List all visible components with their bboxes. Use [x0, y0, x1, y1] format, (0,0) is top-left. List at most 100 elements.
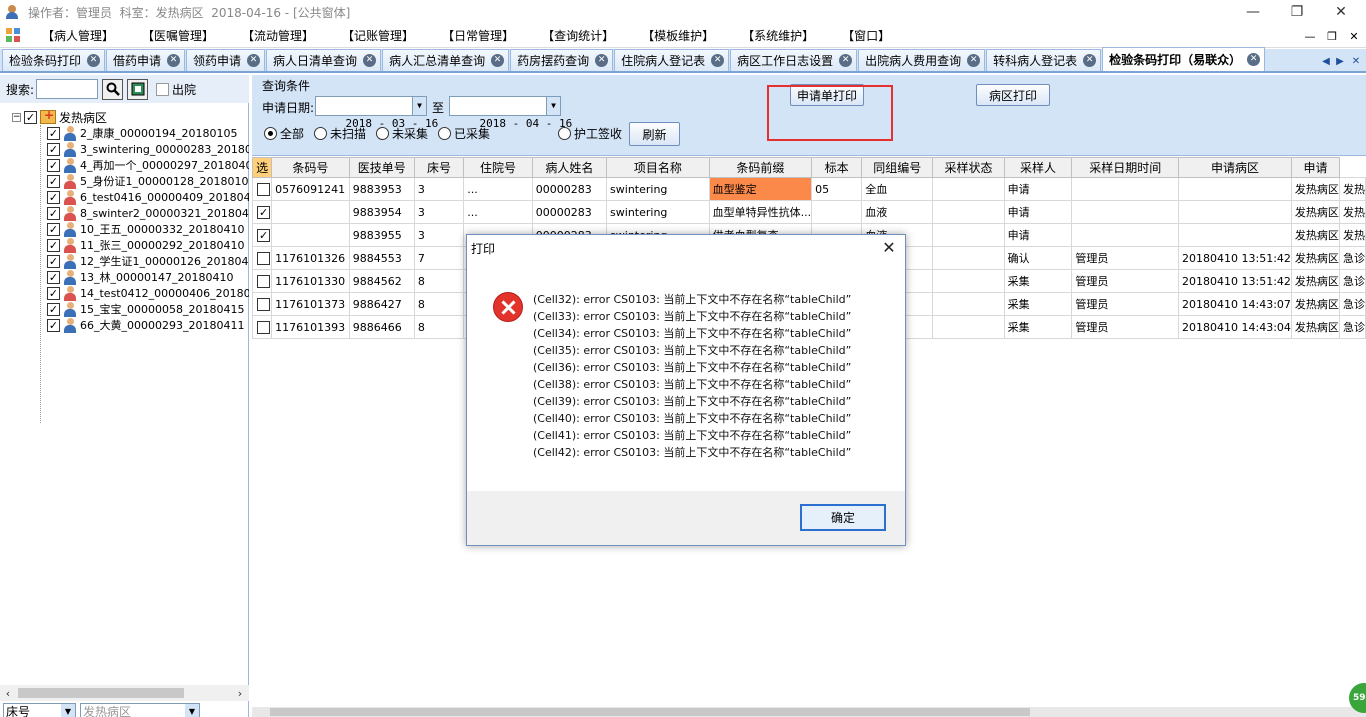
tab[interactable]: 出院病人费用查询 ✕	[858, 49, 986, 71]
table-cell[interactable]: 8	[413, 315, 465, 339]
patient-checkbox[interactable]: ✓	[47, 302, 60, 316]
table-cell[interactable]: 05	[811, 177, 863, 201]
table-cell[interactable]	[1178, 177, 1292, 201]
column-header[interactable]: 申请病区	[1178, 157, 1292, 178]
table-cell[interactable]: 发热病区	[1290, 315, 1341, 339]
status-option[interactable]: 未扫描	[314, 125, 366, 142]
table-cell[interactable]	[932, 223, 1005, 247]
patient-checkbox[interactable]: ✓	[47, 238, 60, 252]
table-cell[interactable]: 8	[413, 269, 465, 293]
nurse-sign-radio[interactable]	[558, 127, 571, 140]
column-header[interactable]: 采样状态	[932, 157, 1005, 178]
row-select-cell[interactable]	[252, 315, 273, 339]
table-cell[interactable]: ...	[463, 177, 533, 201]
tab-close-icon[interactable]: ✕	[363, 54, 377, 67]
menu-item[interactable]: 【日常管理】	[428, 25, 528, 47]
table-row[interactable]: 0576091241 9883953 3... 00000283 swintering 血…	[252, 177, 1366, 201]
tab[interactable]: 领药申请 ✕	[186, 49, 266, 71]
tree-patient-node[interactable]: ✓ 12_学生证1_00000126_20180411	[47, 253, 249, 269]
tab-close-icon[interactable]: ✕	[1083, 54, 1097, 67]
table-cell[interactable]: 采集	[1003, 269, 1073, 293]
patient-checkbox[interactable]: ✓	[47, 174, 60, 188]
scroll-left-icon[interactable]: ‹	[0, 685, 16, 701]
table-cell[interactable]	[932, 177, 1005, 201]
tab-close-icon[interactable]: ✕	[967, 54, 981, 67]
row-checkbox[interactable]: ✓	[257, 228, 271, 242]
table-cell[interactable]: 9886466	[348, 315, 415, 339]
table-cell[interactable]: 1176101393	[271, 315, 350, 339]
system-menu-icon[interactable]	[6, 27, 22, 44]
table-cell[interactable]: 3	[413, 223, 465, 247]
tree-patient-node[interactable]: ✓ 10_王五_00000332_20180410	[47, 221, 244, 237]
sort-select[interactable]: 床号 ▼	[3, 703, 76, 717]
table-cell[interactable]	[1071, 223, 1180, 247]
table-cell[interactable]: 采集	[1003, 292, 1073, 316]
tree-root-node[interactable]: − ✓ 发热病区	[12, 108, 107, 125]
mdi-close-button[interactable]: ✕	[1344, 24, 1364, 48]
date-to-input[interactable]: 2018 - 04 - 16 ▼	[449, 96, 572, 130]
menu-item[interactable]: 【查询统计】	[528, 25, 628, 47]
row-checkbox[interactable]	[257, 182, 271, 196]
table-cell[interactable]: 9883953	[348, 177, 415, 201]
scroll-thumb[interactable]	[18, 688, 184, 698]
table-cell[interactable]: swintering	[606, 200, 710, 224]
patient-checkbox[interactable]: ✓	[47, 222, 60, 236]
tab[interactable]: 转科病人登记表 ✕	[986, 49, 1102, 71]
table-cell[interactable]: 发热病区	[1290, 246, 1341, 270]
tab-next-icon[interactable]: ▶	[1334, 52, 1346, 70]
table-cell[interactable]: ...	[463, 200, 533, 224]
table-cell[interactable]: 20180410 13:51:42	[1178, 269, 1292, 293]
mdi-restore-button[interactable]: ❐	[1322, 24, 1342, 48]
tab[interactable]: 住院病人登记表 ✕	[614, 49, 730, 71]
table-cell[interactable]	[1178, 223, 1292, 247]
status-option[interactable]: 未采集	[376, 125, 428, 142]
row-checkbox[interactable]	[257, 274, 271, 288]
table-cell[interactable]: 急诊	[1339, 315, 1366, 339]
status-radio[interactable]	[438, 127, 452, 140]
table-cell[interactable]	[932, 292, 1005, 316]
tab-close-icon[interactable]: ✕	[839, 54, 853, 67]
column-header[interactable]: 同组编号	[861, 157, 934, 178]
mdi-minimize-button[interactable]: —	[1300, 24, 1320, 48]
row-select-cell[interactable]: ✓	[252, 200, 273, 224]
table-cell[interactable]: 管理员	[1071, 269, 1180, 293]
tree-patient-node[interactable]: ✓ 6_test0416_00000409_20180416	[47, 189, 249, 205]
scroll-right-icon[interactable]: ›	[232, 685, 248, 701]
refresh-button[interactable]: 刷新	[629, 122, 680, 146]
table-cell[interactable]: 血型单特异性抗体...	[708, 200, 813, 224]
menu-item[interactable]: 【流动管理】	[228, 25, 328, 47]
status-radio[interactable]	[376, 127, 390, 140]
table-cell[interactable]	[932, 200, 1005, 224]
column-header[interactable]: 采样日期时间	[1071, 157, 1180, 178]
column-header[interactable]: 条码前缀	[708, 157, 813, 178]
tab[interactable]: 检验条码打印 ✕	[2, 49, 106, 71]
ward-select[interactable]: 发热病区 ▼	[80, 703, 200, 717]
table-cell[interactable]	[932, 315, 1005, 339]
tree-patient-node[interactable]: ✓ 8_swinter2_00000321_20180409	[47, 205, 249, 221]
chevron-down-icon[interactable]: ▼	[412, 97, 426, 115]
row-select-cell[interactable]	[252, 292, 273, 316]
table-cell[interactable]: 20180410 14:43:07	[1178, 292, 1292, 316]
row-select-cell[interactable]	[252, 246, 273, 270]
tree-patient-node[interactable]: ✓ 13_林_00000147_20180410	[47, 269, 233, 285]
table-cell[interactable]: 发热病区	[1290, 292, 1341, 316]
tree-root-checkbox[interactable]: ✓	[24, 110, 37, 124]
row-checkbox[interactable]: ✓	[257, 205, 271, 219]
table-cell[interactable]: 血液	[861, 200, 934, 224]
status-option[interactable]: 全部	[264, 125, 304, 142]
tree-patient-node[interactable]: ✓ 11_张三_00000292_20180410	[47, 237, 244, 253]
menu-item[interactable]: 【病人管理】	[28, 25, 128, 47]
tab-close-icon[interactable]: ✕	[491, 54, 505, 67]
row-select-cell[interactable]: ✓	[252, 223, 273, 247]
patient-checkbox[interactable]: ✓	[47, 318, 60, 332]
column-header[interactable]: 选	[252, 157, 273, 178]
print-ward-button[interactable]: 病区打印	[976, 84, 1050, 106]
table-cell[interactable]	[932, 269, 1005, 293]
chevron-down-icon[interactable]: ▼	[185, 704, 199, 717]
table-cell[interactable]: 急诊	[1339, 292, 1366, 316]
column-header[interactable]: 床号	[413, 157, 465, 178]
tab-close-icon[interactable]: ✕	[1247, 53, 1261, 66]
table-cell[interactable]: 申请	[1003, 223, 1073, 247]
tab-close-all-icon[interactable]: ✕	[1350, 52, 1362, 70]
table-cell[interactable]	[1178, 200, 1292, 224]
